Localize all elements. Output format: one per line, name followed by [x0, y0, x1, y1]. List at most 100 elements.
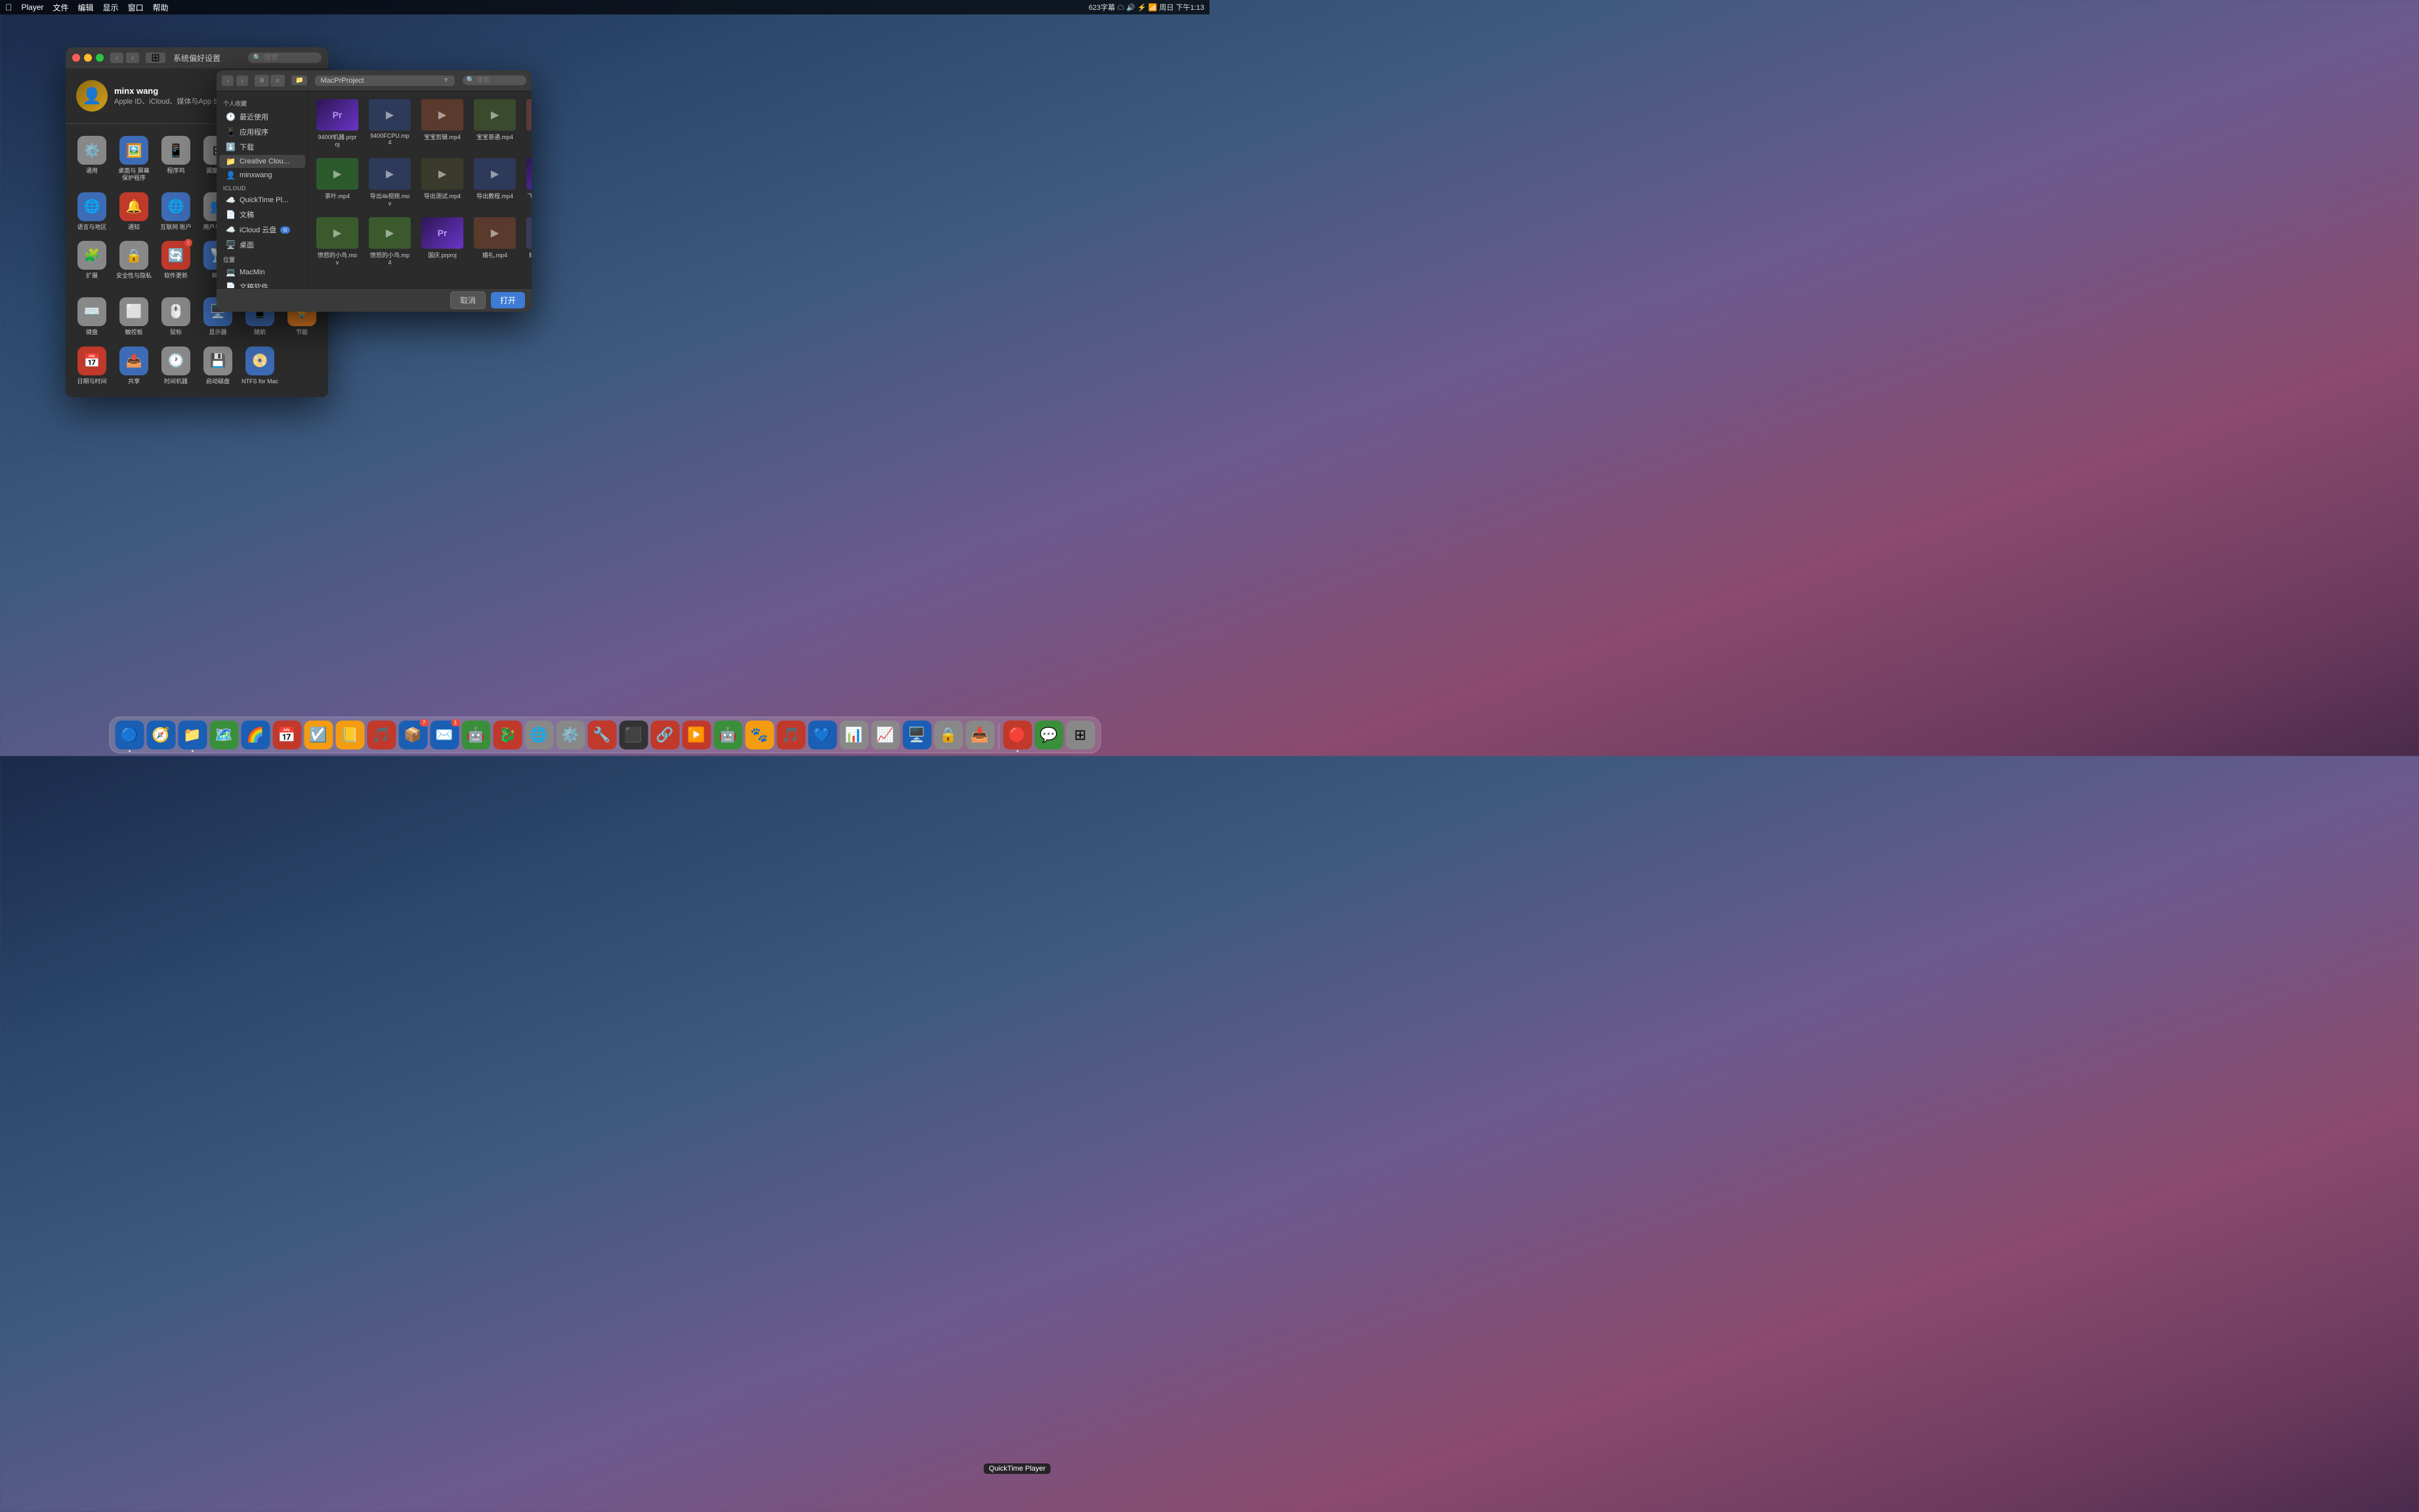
apple-menu[interactable]: 	[5, 2, 12, 12]
dock-terminal[interactable]: ⬛	[619, 721, 648, 749]
sidebar-item-文稿软件[interactable]: 📄 文稿软件	[219, 280, 305, 288]
dock-copilot[interactable]: 🤖	[713, 721, 742, 749]
setting-security[interactable]: 🔒 安全性与隐私	[113, 236, 155, 292]
setting-keyboard[interactable]: ⌨️ 键盘	[71, 292, 113, 341]
dock-chrome-ext[interactable]: 🐉	[493, 721, 522, 749]
open-button[interactable]: 打开	[491, 292, 525, 308]
setting-startup[interactable]: 💾 启动磁盘	[197, 341, 239, 390]
dock-syspref2[interactable]: ⚙️	[556, 721, 585, 749]
dock-calendar[interactable]: 📅	[272, 721, 301, 749]
sidebar-item-应用程序[interactable]: 📱 应用程序	[219, 125, 305, 139]
dock-resolution[interactable]: 🖥️	[902, 721, 931, 749]
file-item[interactable]: ▶ 愤怒的小鸟.mp4	[366, 215, 413, 268]
menu-help[interactable]: 帮助	[153, 2, 169, 13]
finder-grid-view-button[interactable]: ⊞	[255, 75, 269, 87]
syspref-search[interactable]: 🔍	[248, 52, 322, 63]
dock-actmon[interactable]: 📊	[839, 721, 868, 749]
setting-lang[interactable]: 🌐 语言与地区	[71, 187, 113, 236]
dock-wechat[interactable]: 💬	[1034, 721, 1063, 749]
setting-general[interactable]: ⚙️ 通用	[71, 131, 113, 187]
close-button[interactable]	[72, 54, 80, 62]
sidebar-item-最近使用[interactable]: 🕐 最近使用	[219, 110, 305, 124]
file-item[interactable]: ▶ 茶叶.mp4	[314, 156, 361, 209]
file-item[interactable]: Pr 9400f机器.prproj	[314, 96, 361, 150]
file-item[interactable]: ▶ 导出4k视频.mov	[366, 156, 413, 209]
dock-vscode[interactable]: 💙	[808, 721, 837, 749]
setting-extensions[interactable]: 🧩 扩展	[71, 236, 113, 292]
finder-list-view-button[interactable]: ≡	[270, 75, 285, 87]
dock-music[interactable]: 🎵	[367, 721, 396, 749]
file-name: 婚礼.mp4	[482, 251, 507, 259]
sidebar-item-MacMin[interactable]: 💻 MacMin	[219, 266, 305, 279]
sidebar-item-minxwang[interactable]: 👤 minxwang	[219, 169, 305, 182]
dock-reminders[interactable]: ☑️	[304, 721, 333, 749]
file-item[interactable]: Pr 飞向上海.prproj	[524, 156, 532, 209]
finder-search-input[interactable]	[476, 77, 522, 84]
search-input[interactable]	[264, 54, 316, 62]
syspref2-icon: ⚙️	[561, 726, 579, 744]
dock-welink[interactable]: 🔗	[650, 721, 679, 749]
dock-finder[interactable]: 🔵	[115, 721, 144, 749]
cancel-button[interactable]: 取消	[450, 291, 486, 309]
minimize-button[interactable]	[84, 54, 92, 62]
dock-quicktime[interactable]: 🔴	[1003, 721, 1032, 749]
file-item[interactable]: ▶ 导出测试.mp4	[419, 156, 466, 209]
file-item[interactable]: ▶ 宝宝ae.mp4	[524, 96, 532, 150]
dock-files[interactable]: 📁	[178, 721, 207, 749]
setting-trackpad[interactable]: ⬜ 触控板	[113, 292, 155, 341]
sidebar-item-QuickTimePl...[interactable]: ☁️ QuickTime Pl...	[219, 194, 305, 207]
dock-resize[interactable]: ⊞	[1066, 721, 1095, 749]
menu-player[interactable]: Player	[22, 3, 44, 12]
dock-music2[interactable]: 🎵	[776, 721, 805, 749]
sidebar-item-iCloud云盘[interactable]: ☁️ iCloud 云盘 ⊙	[219, 222, 305, 237]
dock-appstore[interactable]: 📦7	[398, 721, 427, 749]
menu-window[interactable]: 窗口	[128, 2, 144, 13]
sidebar-item-桌面[interactable]: 🖥️ 桌面	[219, 238, 305, 252]
dock-youku[interactable]: ▶️	[682, 721, 711, 749]
setting-notif[interactable]: 🔔 通知	[113, 187, 155, 236]
dock-mail[interactable]: ✉️1	[430, 721, 459, 749]
dock-chrome[interactable]: 🌐	[524, 721, 553, 749]
dock-maps[interactable]: 🗺️	[209, 721, 238, 749]
file-item[interactable]: ▶ 宝宝普通.mp4	[471, 96, 518, 150]
dock-istatm[interactable]: 📈	[871, 721, 900, 749]
setting-ntfs[interactable]: 📀 NTFS for Mac	[239, 341, 281, 390]
dock-yoink[interactable]: 📥	[965, 721, 994, 749]
file-item[interactable]: ▶ 9400FCPU.mp4	[366, 96, 413, 150]
menu-edit[interactable]: 编辑	[78, 2, 94, 13]
dock-safari[interactable]: 🧭	[146, 721, 175, 749]
dock-dnscrypt[interactable]: 🔒	[934, 721, 963, 749]
sidebar-item-下载[interactable]: ⬇️ 下载	[219, 140, 305, 154]
setting-software[interactable]: 🔄 ! 软件更新	[155, 236, 197, 292]
dock-clion[interactable]: 🔧	[587, 721, 616, 749]
finder-search[interactable]: 🔍	[463, 75, 526, 85]
file-item[interactable]: Pr 国庆.prproj	[419, 215, 466, 268]
view-toggle-button[interactable]: ⊞	[146, 52, 165, 63]
finder-back-button[interactable]: ‹	[222, 75, 234, 86]
dock-photos[interactable]: 🌈	[241, 721, 270, 749]
finder-path-button[interactable]: 📁	[291, 75, 307, 85]
file-item[interactable]: ▶ 婚礼.mp4	[471, 215, 518, 268]
sidebar-item-文稿[interactable]: 📄 文稿	[219, 207, 305, 222]
sidebar-item-CreativeClou...[interactable]: 📁 Creative Clou...	[219, 155, 305, 168]
menu-view[interactable]: 显示	[103, 2, 119, 13]
file-item[interactable]: ▶ 导出教程.mp4	[471, 156, 518, 209]
setting-timelimit[interactable]: 🕐 时间机器	[155, 341, 197, 390]
setting-sharing[interactable]: 📤 共享	[113, 341, 155, 390]
setting-mouse[interactable]: 🖱️ 鼠标	[155, 292, 197, 341]
setting-desktop[interactable]: 🖼️ 桌面与 屏幕保护程序	[113, 131, 155, 187]
back-button[interactable]: ‹	[110, 52, 123, 63]
forward-button[interactable]: ›	[126, 52, 139, 63]
dock-android[interactable]: 🤖	[461, 721, 490, 749]
menu-file[interactable]: 文件	[53, 2, 69, 13]
maximize-button[interactable]	[96, 54, 104, 62]
dock-wangwang[interactable]: 🐾	[745, 721, 774, 749]
file-item[interactable]: ▶ 婚礼视频.mp4	[524, 215, 532, 268]
setting-datetime[interactable]: 📅 日期与时间	[71, 341, 113, 390]
setting-internet[interactable]: 🌐 互联网 账户	[155, 187, 197, 236]
file-item[interactable]: ▶ 宝宝剪辑.mp4	[419, 96, 466, 150]
finder-forward-button[interactable]: ›	[236, 75, 248, 86]
dock-contacts[interactable]: 📒	[335, 721, 364, 749]
setting-dock[interactable]: 📱 程序坞	[155, 131, 197, 187]
file-item[interactable]: ▶ 愤怒的小鸟.mov	[314, 215, 361, 268]
